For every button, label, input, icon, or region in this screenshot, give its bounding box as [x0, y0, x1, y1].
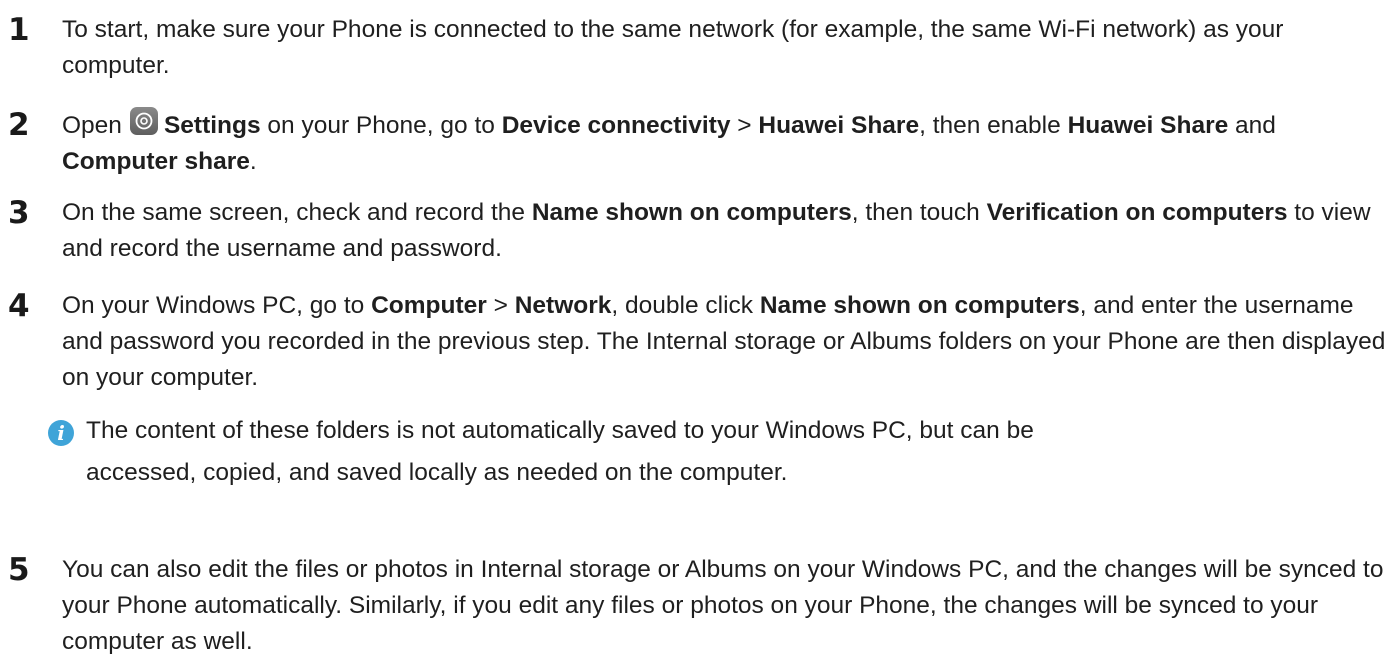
- step-text: You can also edit the files or photos in…: [62, 556, 1384, 655]
- note-text-line-2: accessed, copied, and saved locally as n…: [86, 459, 788, 486]
- note-text-line-1: The content of these folders is not auto…: [86, 417, 1034, 444]
- step-1: 1 To start, make sure your Phone is conn…: [0, 12, 1392, 84]
- step-text: On the same screen, check and record the…: [62, 199, 1371, 262]
- step-4: 4 On your Windows PC, go to Computer > N…: [0, 288, 1392, 396]
- step-number: 5: [8, 552, 30, 588]
- step-3: 3 On the same screen, check and record t…: [0, 195, 1392, 267]
- info-note: i The content of these folders is not au…: [48, 410, 1378, 494]
- info-icon: i: [48, 420, 74, 446]
- step-text: To start, make sure your Phone is connec…: [62, 16, 1284, 79]
- step-text: Open Settings on your Phone, go to Device…: [62, 107, 1386, 180]
- step-number: 4: [8, 288, 30, 324]
- step-text: On your Windows PC, go to Computer > Net…: [62, 292, 1386, 391]
- step-number: 2: [8, 107, 30, 143]
- settings-gear-icon: [129, 107, 158, 135]
- step-number: 3: [8, 195, 30, 231]
- step-number: 1: [8, 12, 30, 48]
- step-5: 5 You can also edit the files or photos …: [0, 552, 1392, 660]
- step-2: 2 Open Settings on your Phone, go to Devi…: [0, 107, 1392, 180]
